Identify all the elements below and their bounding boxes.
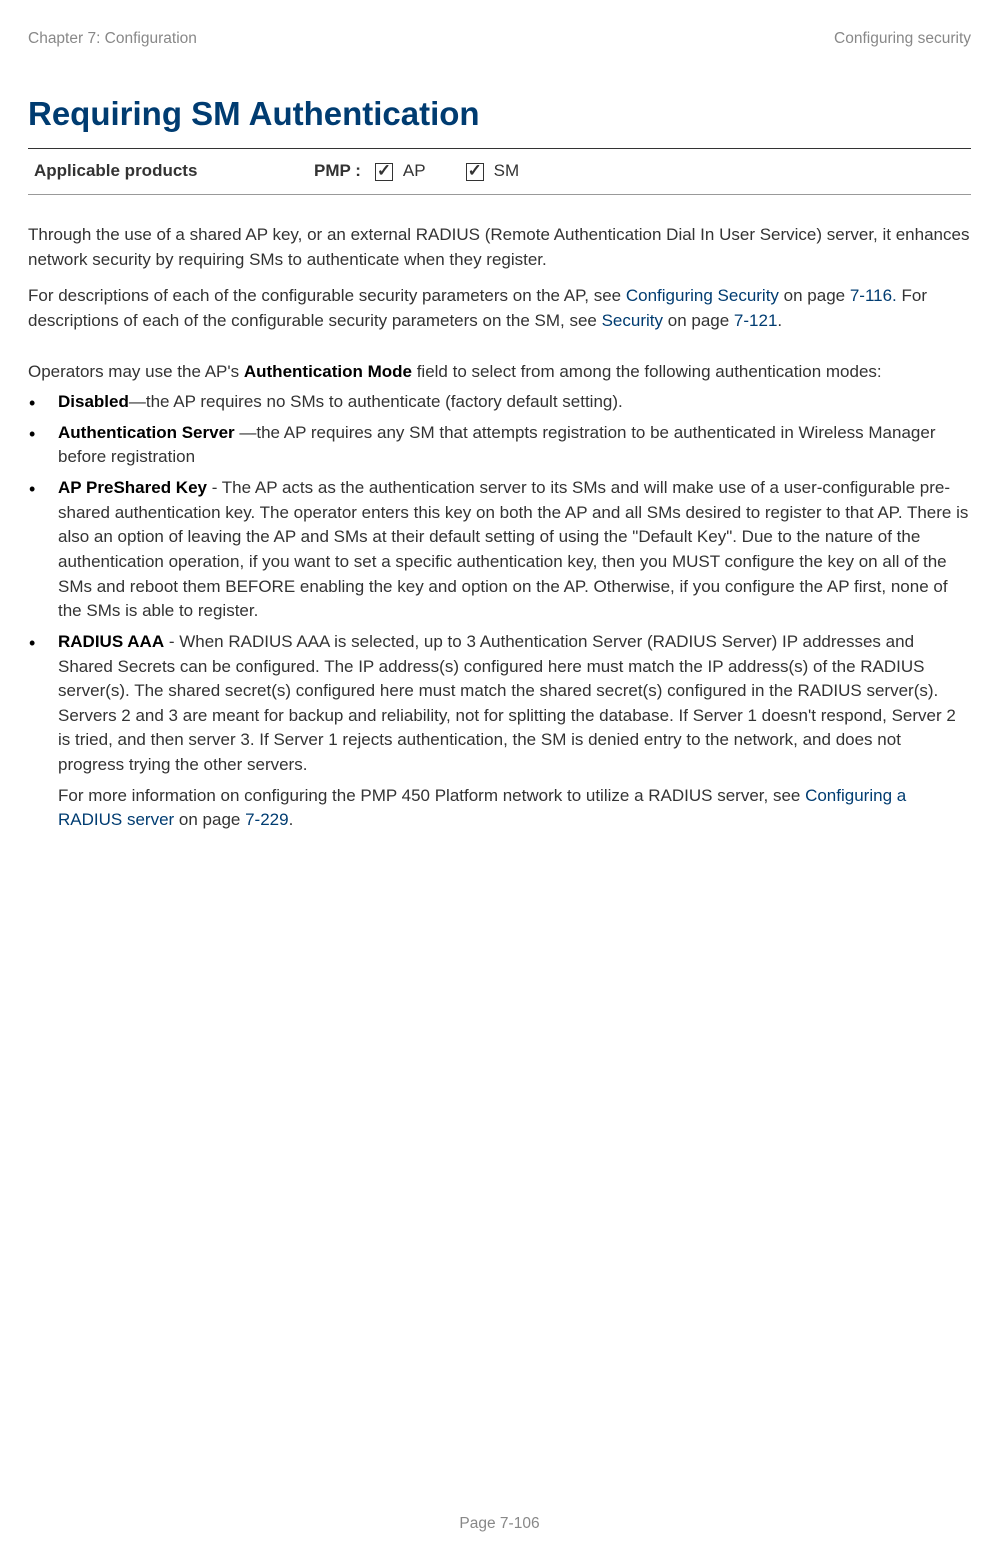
applicable-products-row: Applicable products PMP : AP SM <box>28 148 971 195</box>
para2-text-e: . <box>777 311 782 330</box>
bullet-text-radius: - When RADIUS AAA is selected, up to 3 A… <box>58 632 956 774</box>
applicable-label: Applicable products <box>34 159 314 184</box>
more-info-c: . <box>289 810 294 829</box>
para2-text-d: on page <box>668 311 734 330</box>
more-info-a: For more information on configuring the … <box>58 786 805 805</box>
paragraph-intro: Through the use of a shared AP key, or a… <box>28 223 971 272</box>
link-page-7-229[interactable]: 7-229 <box>245 810 288 829</box>
list-item-authserver: Authentication Server —the AP requires a… <box>28 421 971 470</box>
bullet-bold-authserver: Authentication Server <box>58 423 239 442</box>
paragraph-authmode: Operators may use the AP's Authenticatio… <box>28 360 971 385</box>
header-right: Configuring security <box>834 28 971 50</box>
header-left: Chapter 7: Configuration <box>28 28 197 50</box>
link-security[interactable]: Security <box>602 311 668 330</box>
option-sm: SM <box>494 159 520 184</box>
page-number: Page 7-106 <box>459 1513 539 1535</box>
option-ap: AP <box>403 159 426 184</box>
pmp-label: PMP : <box>314 159 361 184</box>
bullet-bold-disabled: Disabled <box>58 392 129 411</box>
list-item-preshared: AP PreShared Key - The AP acts as the au… <box>28 476 971 624</box>
para2-text-a: For descriptions of each of the configur… <box>28 286 626 305</box>
page-title: Requiring SM Authentication <box>28 90 971 138</box>
bullet-text-preshared: - The AP acts as the authentication serv… <box>58 478 968 620</box>
radius-more-info: For more information on configuring the … <box>28 784 971 833</box>
more-info-b: on page <box>174 810 245 829</box>
link-configuring-security[interactable]: Configuring Security <box>626 286 779 305</box>
authentication-mode-bold: Authentication Mode <box>244 362 412 381</box>
checkbox-sm <box>466 163 484 181</box>
list-item-radius: RADIUS AAA - When RADIUS AAA is selected… <box>28 630 971 778</box>
link-page-7-116[interactable]: 7-116. <box>850 286 897 305</box>
bullet-text-disabled: —the AP requires no SMs to authenticate … <box>129 392 623 411</box>
paragraph-descriptions: For descriptions of each of the configur… <box>28 284 971 333</box>
link-page-7-121[interactable]: 7-121 <box>734 311 777 330</box>
auth-mode-list: Disabled—the AP requires no SMs to authe… <box>28 390 971 778</box>
bullet-bold-preshared: AP PreShared Key <box>58 478 207 497</box>
para2-text-b: on page <box>779 286 850 305</box>
checkbox-ap <box>375 163 393 181</box>
para3-text-b: field to select from among the following… <box>412 362 882 381</box>
para3-text-a: Operators may use the AP's <box>28 362 244 381</box>
page-header: Chapter 7: Configuration Configuring sec… <box>28 28 971 50</box>
list-item-disabled: Disabled—the AP requires no SMs to authe… <box>28 390 971 415</box>
bullet-bold-radius: RADIUS AAA <box>58 632 164 651</box>
